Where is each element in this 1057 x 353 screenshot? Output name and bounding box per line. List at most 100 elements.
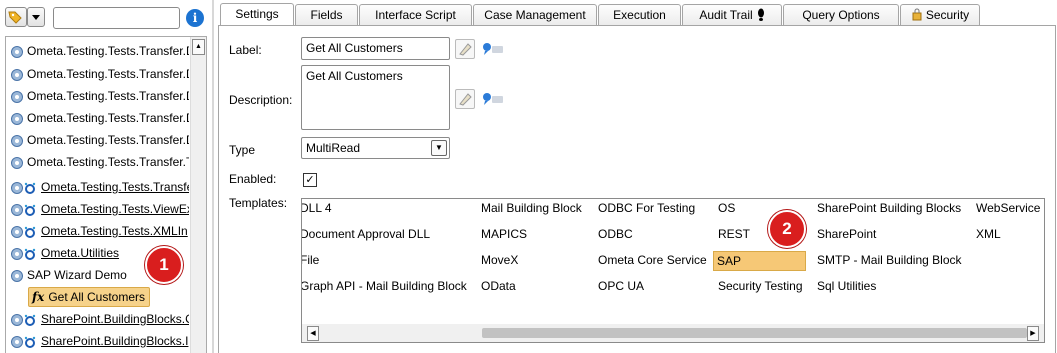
template-item[interactable]: SMTP - Mail Building Block	[817, 250, 962, 270]
scroll-up-button[interactable]: ▲	[192, 39, 205, 55]
gear-link-icon	[11, 313, 36, 326]
filter-dropdown-button[interactable]	[27, 7, 45, 27]
tree-item[interactable]: Ometa.Testing.Tests.Transfer.D	[10, 86, 189, 106]
gear-icon	[11, 134, 23, 147]
gear-icon	[11, 90, 23, 103]
translate-icon[interactable]	[481, 91, 505, 107]
tree-item[interactable]: Ometa.Testing.Tests.Transfer.D	[10, 130, 189, 150]
tree-item-label: Ometa.Testing.Tests.Transfer.D	[27, 67, 189, 81]
tab-execution[interactable]: Execution	[598, 4, 681, 25]
tree-search-input[interactable]	[53, 7, 180, 29]
type-select[interactable]: MultiRead ▼	[301, 137, 450, 159]
gear-icon	[11, 68, 23, 81]
eraser-icon	[459, 43, 472, 56]
fx-icon: fx	[32, 290, 45, 304]
tab-case-management[interactable]: Case Management	[473, 4, 597, 25]
tab-query-options[interactable]: Query Options	[783, 4, 899, 25]
lock-icon	[911, 8, 926, 22]
tab-security[interactable]: Security	[900, 4, 980, 25]
panel-splitter[interactable]	[212, 0, 214, 353]
gear-link-icon	[11, 225, 36, 238]
type-caption: Type	[229, 143, 256, 157]
tree-item[interactable]: Ometa.Testing.Tests.Transfer.T	[10, 152, 189, 172]
tree-item-label: Ometa.Testing.Tests.XMLIn	[41, 224, 188, 238]
tree-item-label: Ometa.Utilities	[41, 246, 120, 260]
enabled-checkbox[interactable]: ✓	[303, 173, 317, 187]
tree-item-label: Get All Customers	[48, 290, 146, 304]
scroll-right-button[interactable]: ▶	[1027, 326, 1039, 341]
scroll-left-button[interactable]: ◀	[307, 326, 319, 341]
template-item[interactable]: REST	[718, 224, 750, 244]
template-item[interactable]: Ometa Core Service	[598, 250, 707, 270]
tree-item-selected[interactable]: fx Get All Customers	[28, 287, 151, 307]
annotation-badge-1: 1	[145, 246, 183, 284]
chevron-down-icon[interactable]: ▼	[431, 140, 447, 156]
tag-filter-button[interactable]	[5, 7, 27, 27]
tree-item[interactable]: SharePoint.BuildingBlocks.C	[10, 309, 189, 329]
tab-fields[interactable]: Fields	[295, 4, 358, 25]
template-item[interactable]: MoveX	[481, 250, 518, 270]
template-item[interactable]: OPC UA	[598, 276, 644, 296]
template-item[interactable]: Graph API - Mail Building Block	[302, 276, 467, 296]
template-item[interactable]: XML	[976, 224, 1001, 244]
gear-link-icon	[11, 181, 36, 194]
settings-panel: Label: Get All Customers Description: Ge…	[218, 25, 1056, 353]
tab-label: Security	[925, 8, 970, 22]
gear-icon	[11, 112, 23, 125]
template-item[interactable]: DLL 4	[302, 199, 332, 218]
gear-link-icon	[11, 247, 36, 260]
template-item[interactable]: ODBC For Testing	[598, 199, 695, 218]
tree-item-label: SharePoint.BuildingBlocks.I	[41, 334, 189, 348]
tree-item[interactable]: Ometa.Testing.Tests.Transfe	[10, 177, 189, 197]
tree-item-label: SAP Wizard Demo	[27, 268, 127, 282]
templates-hscrollbar[interactable]: ◀ ▶	[302, 324, 1044, 342]
footprint-icon	[753, 8, 765, 22]
template-item[interactable]: Mail Building Block	[481, 199, 582, 218]
template-item[interactable]: OS	[718, 199, 735, 218]
tree-item[interactable]: Ometa.Testing.Tests.XMLIn	[10, 221, 189, 241]
tab-label: Query Options	[802, 8, 880, 22]
translate-icon[interactable]	[481, 41, 505, 57]
tree-item[interactable]: Ometa.Testing.Tests.ViewEx	[10, 199, 189, 219]
tree-item[interactable]: SharePoint.BuildingBlocks.I	[10, 331, 189, 351]
left-panel: i Ometa.Testing.Tests.Transfer.D Ometa.Te…	[0, 0, 214, 353]
info-icon[interactable]: i	[186, 9, 204, 27]
template-item[interactable]: ODBC	[598, 224, 633, 244]
template-item[interactable]: SharePoint Building Blocks	[817, 199, 961, 218]
tab-label: Audit Trail	[699, 8, 753, 22]
template-item[interactable]: File	[302, 250, 319, 270]
tree-scrollbar[interactable]: ▲	[190, 37, 206, 353]
scroll-thumb[interactable]	[482, 328, 1027, 338]
enabled-caption: Enabled:	[229, 172, 277, 186]
gear-icon	[11, 269, 23, 282]
description-field[interactable]: Get All Customers	[301, 65, 450, 130]
tab-label: Case Management	[484, 8, 586, 22]
template-item[interactable]: Sql Utilities	[817, 276, 876, 296]
tab-audit-trail[interactable]: Audit Trail	[682, 4, 782, 25]
tab-settings[interactable]: Settings	[220, 3, 294, 26]
description-caption: Description:	[229, 93, 293, 107]
template-item-selected[interactable]: SAP	[713, 251, 806, 271]
tree-view: Ometa.Testing.Tests.Transfer.D Ometa.Test…	[5, 36, 207, 353]
template-item[interactable]: SharePoint	[817, 224, 876, 244]
tree-item[interactable]: Ometa.Testing.Tests.Transfer.D	[10, 64, 189, 84]
tab-label: Settings	[235, 7, 279, 21]
edit-label-button[interactable]	[455, 39, 475, 59]
tree-item[interactable]: Ometa.Testing.Tests.Transfer.D	[10, 108, 189, 128]
template-item[interactable]: Document Approval DLL	[302, 224, 430, 244]
label-caption: Label:	[229, 43, 262, 57]
template-item[interactable]: WebService	[976, 199, 1040, 218]
gear-icon	[11, 45, 23, 58]
template-item[interactable]: MAPICS	[481, 224, 527, 244]
tree-item-label: Ometa.Testing.Tests.Transfer.D	[27, 89, 189, 103]
template-item[interactable]: Security Testing	[718, 276, 803, 296]
tree-item[interactable]: Ometa.Testing.Tests.Transfer.D	[10, 41, 189, 61]
eraser-icon	[459, 93, 472, 106]
type-select-value: MultiRead	[306, 141, 361, 155]
tree-item-label: Ometa.Testing.Tests.Transfer.D	[27, 111, 189, 125]
edit-description-button[interactable]	[455, 89, 475, 109]
label-field[interactable]: Get All Customers	[301, 37, 450, 60]
template-item[interactable]: OData	[481, 276, 516, 296]
tree-item-label: Ometa.Testing.Tests.Transfer.D	[27, 44, 189, 58]
tab-interface-script[interactable]: Interface Script	[359, 4, 472, 25]
